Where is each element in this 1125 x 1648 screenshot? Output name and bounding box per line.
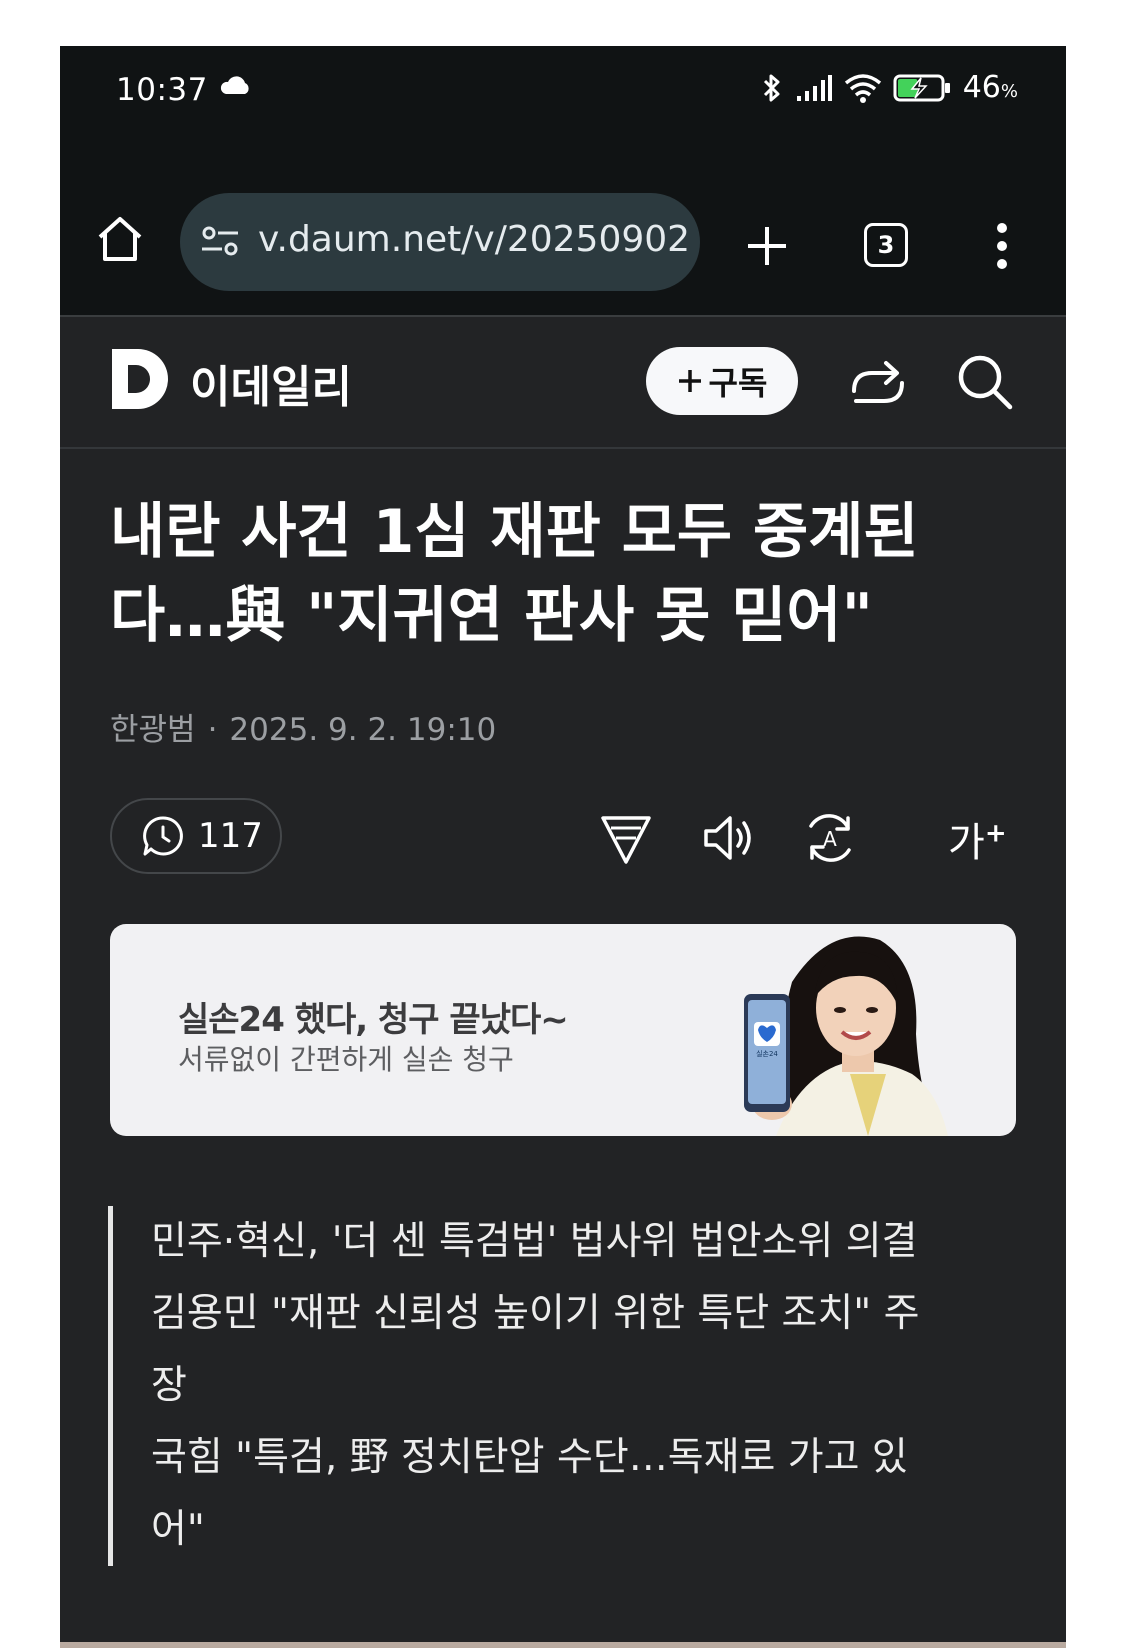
site-settings-icon[interactable] [200, 225, 240, 257]
plus-icon [678, 370, 701, 392]
article-title: 내란 사건 1심 재판 모두 중계된 다…與 "지귀연 판사 못 믿어" [110, 490, 990, 658]
more-menu-icon[interactable] [992, 221, 1012, 271]
article-title-line2: 다…與 "지귀연 판사 못 믿어" [110, 581, 873, 651]
new-tab-icon[interactable] [740, 219, 794, 273]
status-right: 46% [759, 70, 1018, 105]
ad-headline[interactable]: 실손24 했다, 청구 끝났다~ [178, 992, 569, 1041]
svg-text:A: A [823, 827, 837, 851]
publish-datetime: 2025. 9. 2. 19:10 [229, 712, 497, 748]
article-summary: 민주·혁신, '더 센 특검법' 법사위 법안소위 의결 김용민 "재판 신뢰성… [108, 1206, 988, 1566]
comments-button[interactable]: 117 [110, 798, 282, 874]
comment-icon [143, 816, 183, 856]
cloud-icon [220, 76, 249, 94]
subscribe-label: 구독 [708, 364, 768, 402]
edaily-logo-icon[interactable] [112, 349, 168, 409]
byline: 한광범 · 2025. 9. 2. 19:10 [110, 704, 496, 749]
ad-phone-label: 실손24 [756, 1049, 778, 1058]
summary-line: 장 [151, 1363, 187, 1408]
font-size-plus: + [984, 818, 1007, 849]
summary-line: 민주·혁신, '더 센 특검법' 법사위 법안소위 의결 [151, 1219, 918, 1264]
site-header: 이데일리 구독 [60, 317, 1066, 449]
ad-banner[interactable]: 실손24 했다, 청구 끝났다~ 서류없이 간편하게 실손 청구 실손24 [110, 924, 1016, 1136]
comment-count: 117 [198, 816, 263, 856]
tab-count: 3 [877, 231, 895, 259]
phone-screen: 10:37 46% v.daum.net/v/20250902 3 이데일리 구… [60, 46, 1066, 1648]
article-title-line1: 내란 사건 1심 재판 모두 중계된 [110, 497, 919, 567]
summary-line: 어" [151, 1507, 205, 1552]
site-name[interactable]: 이데일리 [190, 351, 352, 415]
translate-icon[interactable]: A [802, 810, 858, 866]
font-size-button[interactable]: 가+ [948, 810, 1007, 868]
author-name[interactable]: 한광범 [110, 712, 196, 748]
battery-percent: 46% [962, 70, 1018, 105]
share-icon[interactable] [850, 353, 906, 409]
ad-subline[interactable]: 서류없이 간편하게 실손 청구 [178, 1038, 514, 1078]
tab-switcher-button[interactable]: 3 [864, 223, 908, 267]
browser-toolbar: v.daum.net/v/20250902 3 [60, 141, 1066, 317]
summary-line: 김용민 "재판 신뢰성 높이기 위한 특단 조치" 주 [151, 1291, 920, 1336]
address-bar[interactable]: v.daum.net/v/20250902 [180, 193, 700, 291]
subscribe-button[interactable]: 구독 [646, 347, 798, 415]
signal-icon [796, 74, 832, 101]
search-icon[interactable] [956, 353, 1014, 411]
summary-filter-icon[interactable] [598, 810, 654, 866]
byline-dot: · [207, 712, 218, 748]
bluetooth-icon [763, 74, 780, 101]
ad-model-image: 실손24 [744, 936, 948, 1136]
url-text[interactable]: v.daum.net/v/20250902 [258, 219, 690, 260]
article-image-edge [60, 1642, 1066, 1648]
status-time: 10:37 [116, 72, 208, 108]
wifi-icon [844, 73, 881, 103]
home-icon[interactable] [94, 213, 146, 265]
summary-line: 국힘 "특검, 野 정치탄압 수단…독재로 가고 있 [151, 1435, 908, 1480]
status-bar: 10:37 46% [60, 46, 1066, 141]
battery-charging-icon [893, 74, 950, 101]
font-size-label: 가 [948, 820, 985, 866]
speaker-icon[interactable] [700, 810, 756, 866]
